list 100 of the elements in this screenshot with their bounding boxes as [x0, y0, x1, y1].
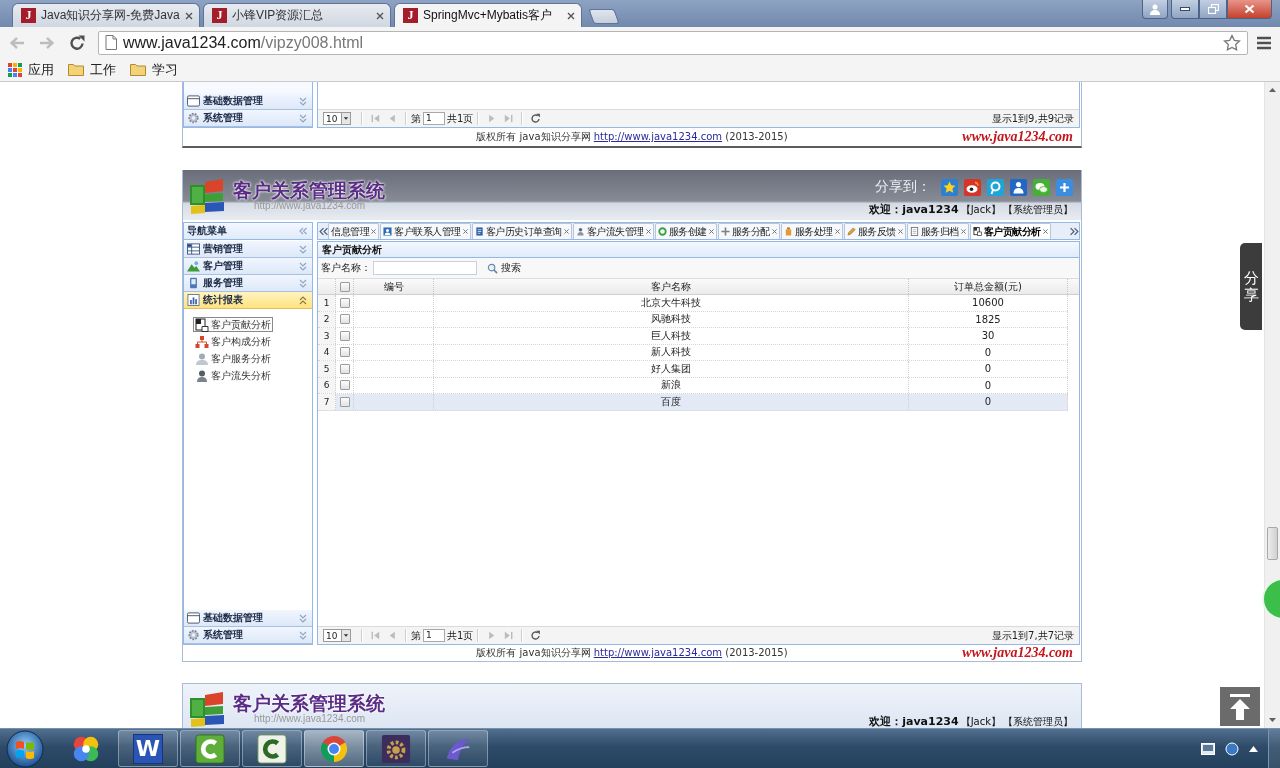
table-row[interactable]: 5 好人集团 0	[318, 361, 1068, 378]
refresh-icon[interactable]	[530, 630, 542, 641]
menu-header[interactable]: 营销管理	[184, 241, 312, 258]
menu-item[interactable]: 客户流失分析	[193, 368, 273, 383]
menu-header[interactable]: 系统管理	[184, 110, 312, 127]
checkbox[interactable]	[339, 396, 350, 407]
checkbox[interactable]	[339, 314, 350, 325]
sidebar-title: 导航菜单	[187, 224, 227, 238]
scrollbar-thumb[interactable]	[1267, 527, 1278, 560]
checkbox[interactable]	[339, 281, 350, 292]
site-link[interactable]: http://www.java1234.com	[593, 647, 723, 658]
checkbox[interactable]	[339, 363, 350, 374]
page-size-select[interactable]: 10	[323, 629, 351, 642]
reload-icon[interactable]	[68, 33, 86, 52]
menu-icon[interactable]	[1256, 35, 1272, 50]
caret-up-icon[interactable]	[1249, 745, 1258, 752]
scroll-down-icon[interactable]	[1269, 718, 1276, 722]
address-field[interactable]: www.java1234.com/vipzy008.html	[98, 30, 1248, 55]
close-icon[interactable]	[462, 229, 468, 234]
profile-button[interactable]	[1142, 0, 1168, 19]
close-icon[interactable]	[185, 11, 193, 20]
close-icon[interactable]	[708, 229, 714, 234]
close-icon[interactable]	[563, 229, 569, 234]
tab[interactable]: 服务反馈	[843, 223, 906, 239]
ring-icon[interactable]	[987, 178, 1004, 196]
menu-item[interactable]: 客户构成分析	[193, 334, 273, 349]
close-icon[interactable]	[834, 229, 840, 234]
back-to-top-button[interactable]	[1220, 687, 1260, 726]
close-icon[interactable]	[645, 229, 651, 234]
bookmark[interactable]: 应用	[8, 59, 54, 80]
page-input[interactable]: 1	[423, 112, 445, 125]
search-button[interactable]: 搜索	[483, 260, 525, 276]
refresh-icon[interactable]	[530, 113, 542, 124]
browser-tab[interactable]: J 小锋VIP资源汇总	[203, 3, 391, 27]
scroll-right-icon[interactable]	[1070, 226, 1079, 236]
plus-icon[interactable]	[1056, 178, 1073, 196]
table-row[interactable]: 2 风驰科技 1825	[318, 311, 1068, 328]
taskbar-button[interactable]	[242, 730, 302, 767]
close-icon[interactable]	[567, 11, 575, 20]
new-tab-button[interactable]	[588, 9, 620, 24]
person-icon[interactable]	[1010, 178, 1027, 196]
checkbox[interactable]	[339, 380, 350, 391]
taskbar-button[interactable]	[304, 730, 364, 767]
close-icon[interactable]	[897, 229, 903, 234]
scroll-up-icon[interactable]	[1269, 88, 1276, 92]
menu-item[interactable]: 客户贡献分析	[193, 317, 273, 332]
close-icon[interactable]	[376, 11, 384, 20]
close-icon[interactable]	[1042, 229, 1048, 234]
tab[interactable]: 客户贡献分析	[969, 223, 1051, 239]
tab[interactable]: 服务分配	[717, 223, 780, 239]
page-size-select[interactable]: 10	[323, 112, 351, 125]
bookmark[interactable]: 学习	[130, 59, 178, 80]
tray-box-icon[interactable]	[1201, 742, 1215, 755]
table-row[interactable]: 1 北京大牛科技 10600	[318, 295, 1068, 312]
close-button[interactable]	[1227, 0, 1272, 19]
customer-name-field[interactable]	[373, 261, 477, 275]
bookmark[interactable]: 工作	[68, 59, 116, 80]
menu-header[interactable]: 基础数据管理	[184, 610, 312, 627]
tab[interactable]: 信息管理	[328, 223, 379, 239]
checkbox[interactable]	[339, 297, 350, 308]
site-link[interactable]: http://www.java1234.com	[593, 131, 723, 142]
menu-header[interactable]: 服务管理	[184, 275, 312, 292]
table-row[interactable]: 7 百度 0	[318, 394, 1068, 411]
chat-bubbles-icon[interactable]	[1033, 178, 1050, 196]
menu-header[interactable]: 客户管理	[184, 258, 312, 275]
menu-header[interactable]: 基础数据管理	[184, 93, 312, 110]
start-button[interactable]	[4, 728, 46, 768]
menu-header[interactable]: 统计报表	[184, 292, 312, 309]
taskbar-button[interactable]	[366, 730, 426, 767]
browser-tab[interactable]: J Java知识分享网-免费Java	[12, 3, 200, 27]
close-icon[interactable]	[960, 229, 966, 234]
share-tab[interactable]: 分享	[1240, 243, 1262, 330]
taskbar-button[interactable]	[180, 730, 240, 767]
star-icon[interactable]	[941, 178, 958, 196]
tab[interactable]: 客户流失管理	[572, 223, 654, 239]
checkbox[interactable]	[339, 330, 350, 341]
show-desktop-button[interactable]	[1268, 728, 1280, 768]
scroll-left-icon[interactable]	[319, 226, 328, 236]
checkbox[interactable]	[339, 347, 350, 358]
table-row[interactable]: 3 巨人科技 30	[318, 328, 1068, 345]
scrollbar[interactable]	[1264, 82, 1280, 728]
menu-item[interactable]: 客户服务分析	[193, 351, 273, 366]
page-label: 第	[411, 111, 421, 126]
page-input[interactable]: 1	[423, 629, 445, 642]
browser-tab[interactable]: J SpringMvc+Mybatis客户	[394, 3, 582, 27]
tab[interactable]: 服务创建	[654, 223, 717, 239]
star-icon[interactable]	[1223, 33, 1241, 52]
minimize-button[interactable]	[1171, 0, 1199, 19]
table-row[interactable]: 4 新人科技 0	[318, 344, 1068, 361]
close-icon[interactable]	[371, 229, 376, 234]
eye-icon[interactable]	[964, 178, 981, 196]
tab[interactable]: 客户联系人管理	[380, 223, 471, 239]
close-icon[interactable]	[771, 229, 777, 234]
double-chevron-left-icon[interactable]	[299, 227, 307, 235]
menu-header[interactable]: 系统管理	[184, 627, 312, 644]
taskbar-button[interactable]: W	[118, 730, 178, 767]
restore-button[interactable]	[1199, 0, 1227, 19]
tab[interactable]: 服务归档	[906, 223, 969, 239]
tab[interactable]: 客户历史订单查询	[471, 223, 572, 239]
tab[interactable]: 服务处理	[780, 223, 843, 239]
